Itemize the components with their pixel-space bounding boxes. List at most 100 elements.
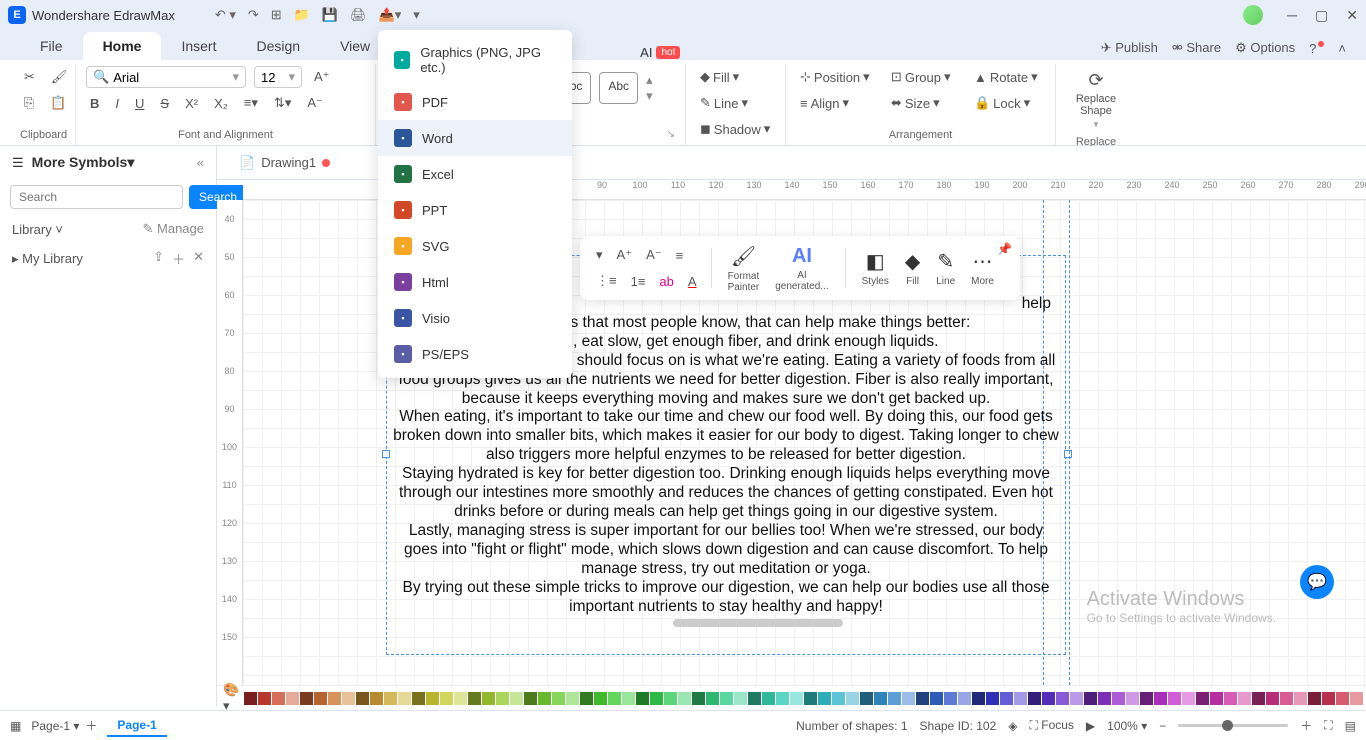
zoom-in-icon[interactable]: ＋ xyxy=(1300,717,1312,734)
page-dropdown[interactable]: Page-1 ▾ xyxy=(31,719,79,733)
open-icon[interactable]: 📁 xyxy=(294,7,310,23)
bullets-icon[interactable]: ≡▾ xyxy=(240,92,262,114)
my-library-item[interactable]: ▸ My Library xyxy=(12,251,83,267)
color-swatch[interactable] xyxy=(1336,692,1349,705)
color-swatch[interactable] xyxy=(748,692,761,705)
help-icon[interactable]: ? xyxy=(1309,41,1324,56)
export-item-svg[interactable]: ▪SVG xyxy=(378,228,572,264)
add-page-icon[interactable]: ＋ xyxy=(85,717,97,734)
ft-more[interactable]: ⋯More xyxy=(965,247,1000,289)
selection-handle-left[interactable] xyxy=(382,450,390,458)
save-icon[interactable]: 💾 xyxy=(322,7,338,23)
focus-button[interactable]: ⛶ Focus xyxy=(1030,718,1074,733)
color-swatch[interactable] xyxy=(846,692,859,705)
tab-insert[interactable]: Insert xyxy=(161,32,236,60)
fit-page-icon[interactable]: ⛶ xyxy=(1324,718,1332,733)
tab-design[interactable]: Design xyxy=(236,32,320,60)
color-swatch[interactable] xyxy=(636,692,649,705)
color-swatch[interactable] xyxy=(1238,692,1251,705)
export-item-visio[interactable]: ▪Visio xyxy=(378,300,572,336)
color-swatch[interactable] xyxy=(734,692,747,705)
color-swatch[interactable] xyxy=(370,692,383,705)
lock-dropdown[interactable]: 🔒 Lock▾ xyxy=(970,92,1045,114)
zoom-slider[interactable] xyxy=(1178,724,1288,727)
italic-icon[interactable]: I xyxy=(111,93,123,114)
color-swatch[interactable] xyxy=(664,692,677,705)
library-add-icon[interactable]: ＋ xyxy=(172,249,185,268)
paste-icon[interactable]: 📋 xyxy=(46,92,70,114)
color-swatch[interactable] xyxy=(552,692,565,705)
increase-font-icon[interactable]: A⁺ xyxy=(310,66,334,88)
subscript-icon[interactable]: X₂ xyxy=(210,93,232,114)
color-swatch[interactable] xyxy=(1070,692,1083,705)
color-swatch[interactable] xyxy=(342,692,355,705)
export-item-excel[interactable]: ▪Excel xyxy=(378,156,572,192)
color-swatch[interactable] xyxy=(776,692,789,705)
color-swatch[interactable] xyxy=(566,692,579,705)
color-swatch[interactable] xyxy=(832,692,845,705)
color-swatch[interactable] xyxy=(1294,692,1307,705)
line-spacing-icon[interactable]: ⇅▾ xyxy=(270,92,295,114)
replace-shape-button[interactable]: ⟳ Replace Shape ▾ xyxy=(1066,66,1126,134)
color-swatch[interactable] xyxy=(1014,692,1027,705)
ft-line[interactable]: ✎Line xyxy=(930,247,961,289)
color-swatch[interactable] xyxy=(804,692,817,705)
redo-icon[interactable]: ↷ xyxy=(248,7,259,23)
pin-icon[interactable]: 📌 xyxy=(997,242,1012,256)
export-item-ps-eps[interactable]: ▪PS/EPS xyxy=(378,336,572,372)
color-swatch[interactable] xyxy=(1154,692,1167,705)
color-swatch[interactable] xyxy=(1266,692,1279,705)
color-swatch[interactable] xyxy=(692,692,705,705)
options-button[interactable]: ⚙ Options xyxy=(1235,40,1295,56)
qat-more-icon[interactable]: ▾ xyxy=(413,7,420,23)
font-size-input[interactable]: ▾ xyxy=(254,66,302,88)
copy-icon[interactable]: ⎘ xyxy=(20,92,38,114)
library-close-icon[interactable]: ✕ xyxy=(193,249,204,268)
color-swatch[interactable] xyxy=(510,692,523,705)
minimize-icon[interactable]: ─ xyxy=(1287,7,1297,23)
color-swatch[interactable] xyxy=(972,692,985,705)
presentation-icon[interactable]: ▶ xyxy=(1086,719,1095,733)
user-avatar-icon[interactable] xyxy=(1243,5,1263,25)
color-swatch[interactable] xyxy=(1042,692,1055,705)
properties-icon[interactable]: ▤ xyxy=(1345,719,1356,733)
color-swatch[interactable] xyxy=(1084,692,1097,705)
color-swatch[interactable] xyxy=(818,692,831,705)
horizontal-scrollbar[interactable] xyxy=(673,619,843,627)
strikethrough-icon[interactable]: S xyxy=(156,93,173,114)
chat-fab-icon[interactable]: 💬 xyxy=(1300,565,1334,599)
color-swatch[interactable] xyxy=(1196,692,1209,705)
ft-styles[interactable]: ◧Styles xyxy=(856,247,895,289)
zoom-out-icon[interactable]: − xyxy=(1159,719,1166,733)
color-swatch[interactable] xyxy=(244,692,257,705)
size-dropdown[interactable]: ⬌ Size▾ xyxy=(887,92,962,114)
ft-numbered-icon[interactable]: 1≡ xyxy=(627,270,650,292)
color-swatch[interactable] xyxy=(286,692,299,705)
manage-button[interactable]: ✎ Manage xyxy=(143,221,205,237)
color-swatch[interactable] xyxy=(1224,692,1237,705)
library-dropdown[interactable]: Library ˅ xyxy=(12,222,63,237)
collapse-panel-icon[interactable]: « xyxy=(197,155,204,170)
color-swatch[interactable] xyxy=(580,692,593,705)
format-painter-icon[interactable]: 🖌 xyxy=(47,66,72,88)
color-swatch[interactable] xyxy=(1168,692,1181,705)
color-swatch[interactable] xyxy=(412,692,425,705)
color-swatch[interactable] xyxy=(384,692,397,705)
font-family-input[interactable]: 🔍▾ xyxy=(86,66,246,88)
styles-launcher-icon[interactable]: ↘ xyxy=(667,129,675,141)
color-swatch[interactable] xyxy=(454,692,467,705)
selection-handle-right[interactable] xyxy=(1064,450,1072,458)
cut-icon[interactable]: ✂ xyxy=(20,66,39,88)
color-swatch[interactable] xyxy=(720,692,733,705)
ft-bullets-icon[interactable]: ⋮≡ xyxy=(592,270,621,292)
share-button[interactable]: ⚮ Share xyxy=(1172,40,1221,56)
line-dropdown[interactable]: ✎ Line ▾ xyxy=(696,92,752,114)
more-symbols-dropdown[interactable]: More Symbols▾ xyxy=(32,154,135,171)
color-swatch[interactable] xyxy=(300,692,313,705)
color-swatch[interactable] xyxy=(356,692,369,705)
fill-dropdown[interactable]: ◆ Fill ▾ xyxy=(696,66,743,88)
color-swatch[interactable] xyxy=(958,692,971,705)
color-swatch[interactable] xyxy=(888,692,901,705)
color-swatch[interactable] xyxy=(916,692,929,705)
export-item-pdf[interactable]: ▪PDF xyxy=(378,84,572,120)
